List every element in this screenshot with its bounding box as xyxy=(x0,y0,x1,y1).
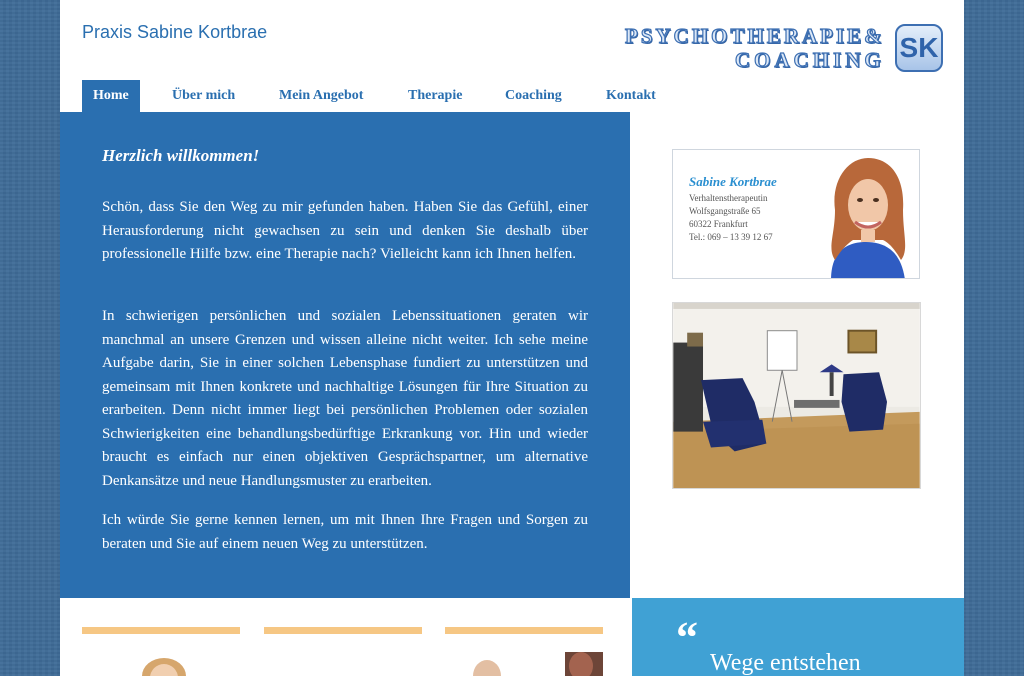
contact-name: Sabine Kortbrae xyxy=(689,174,777,189)
nav-kontakt[interactable]: Kontakt xyxy=(606,80,656,112)
nav-coaching[interactable]: Coaching xyxy=(505,80,562,112)
quote-mark: “ xyxy=(676,613,698,662)
teaser-image-3[interactable] xyxy=(445,648,603,676)
intro-paragraph-1: Schön, dass Sie den Weg zu mir gefunden … xyxy=(102,199,588,262)
nav-mein-angebot[interactable]: Mein Angebot xyxy=(279,80,363,112)
intro-paragraph-3: Ich würde Sie gerne kennen lernen, um mi… xyxy=(102,512,588,552)
quote-text: Wege entstehen xyxy=(710,650,861,676)
nav-ueber-mich[interactable]: Über mich xyxy=(172,80,235,112)
teaser-bar-1 xyxy=(82,627,240,634)
logo-line-2: COACHING xyxy=(734,47,885,72)
welcome-heading: Herzlich willkommen! xyxy=(102,146,260,165)
quote-box: “ Wege entstehen xyxy=(632,598,964,676)
portrait-image xyxy=(813,150,919,278)
teaser-row: “ Wege entstehen xyxy=(60,598,964,676)
nav-home[interactable]: Home xyxy=(82,80,140,112)
contact-title: Verhaltenstherapeutin xyxy=(689,193,768,203)
main-content: Herzlich willkommen! Schön, dass Sie den… xyxy=(60,112,630,598)
logo[interactable]: PSYCHOTHERAPIE& COACHING SK xyxy=(624,23,943,74)
contact-phone: Tel.: 069 – 13 39 12 67 xyxy=(689,232,773,242)
logo-monogram: SK xyxy=(895,24,943,72)
practice-room-image xyxy=(672,302,921,489)
logo-line-1: PSYCHOTHERAPIE& xyxy=(624,23,885,48)
site-title[interactable]: Praxis Sabine Kortbrae xyxy=(82,22,267,43)
teaser-bar-3 xyxy=(445,627,603,634)
teaser-image-1[interactable] xyxy=(82,648,240,676)
contact-street: Wolfsgangstraße 65 xyxy=(689,206,761,216)
teaser-image-2[interactable] xyxy=(264,648,422,676)
intro-paragraph-2: In schwierigen persönlichen und sozialen… xyxy=(102,308,588,489)
page: Praxis Sabine Kortbrae PSYCHOTHERAPIE& C… xyxy=(60,0,964,676)
contact-card: Sabine Kortbrae Verhaltenstherapeutin Wo… xyxy=(672,149,920,279)
nav-therapie[interactable]: Therapie xyxy=(408,80,462,112)
contact-city: 60322 Frankfurt xyxy=(689,219,748,229)
teaser-bar-2 xyxy=(264,627,422,634)
